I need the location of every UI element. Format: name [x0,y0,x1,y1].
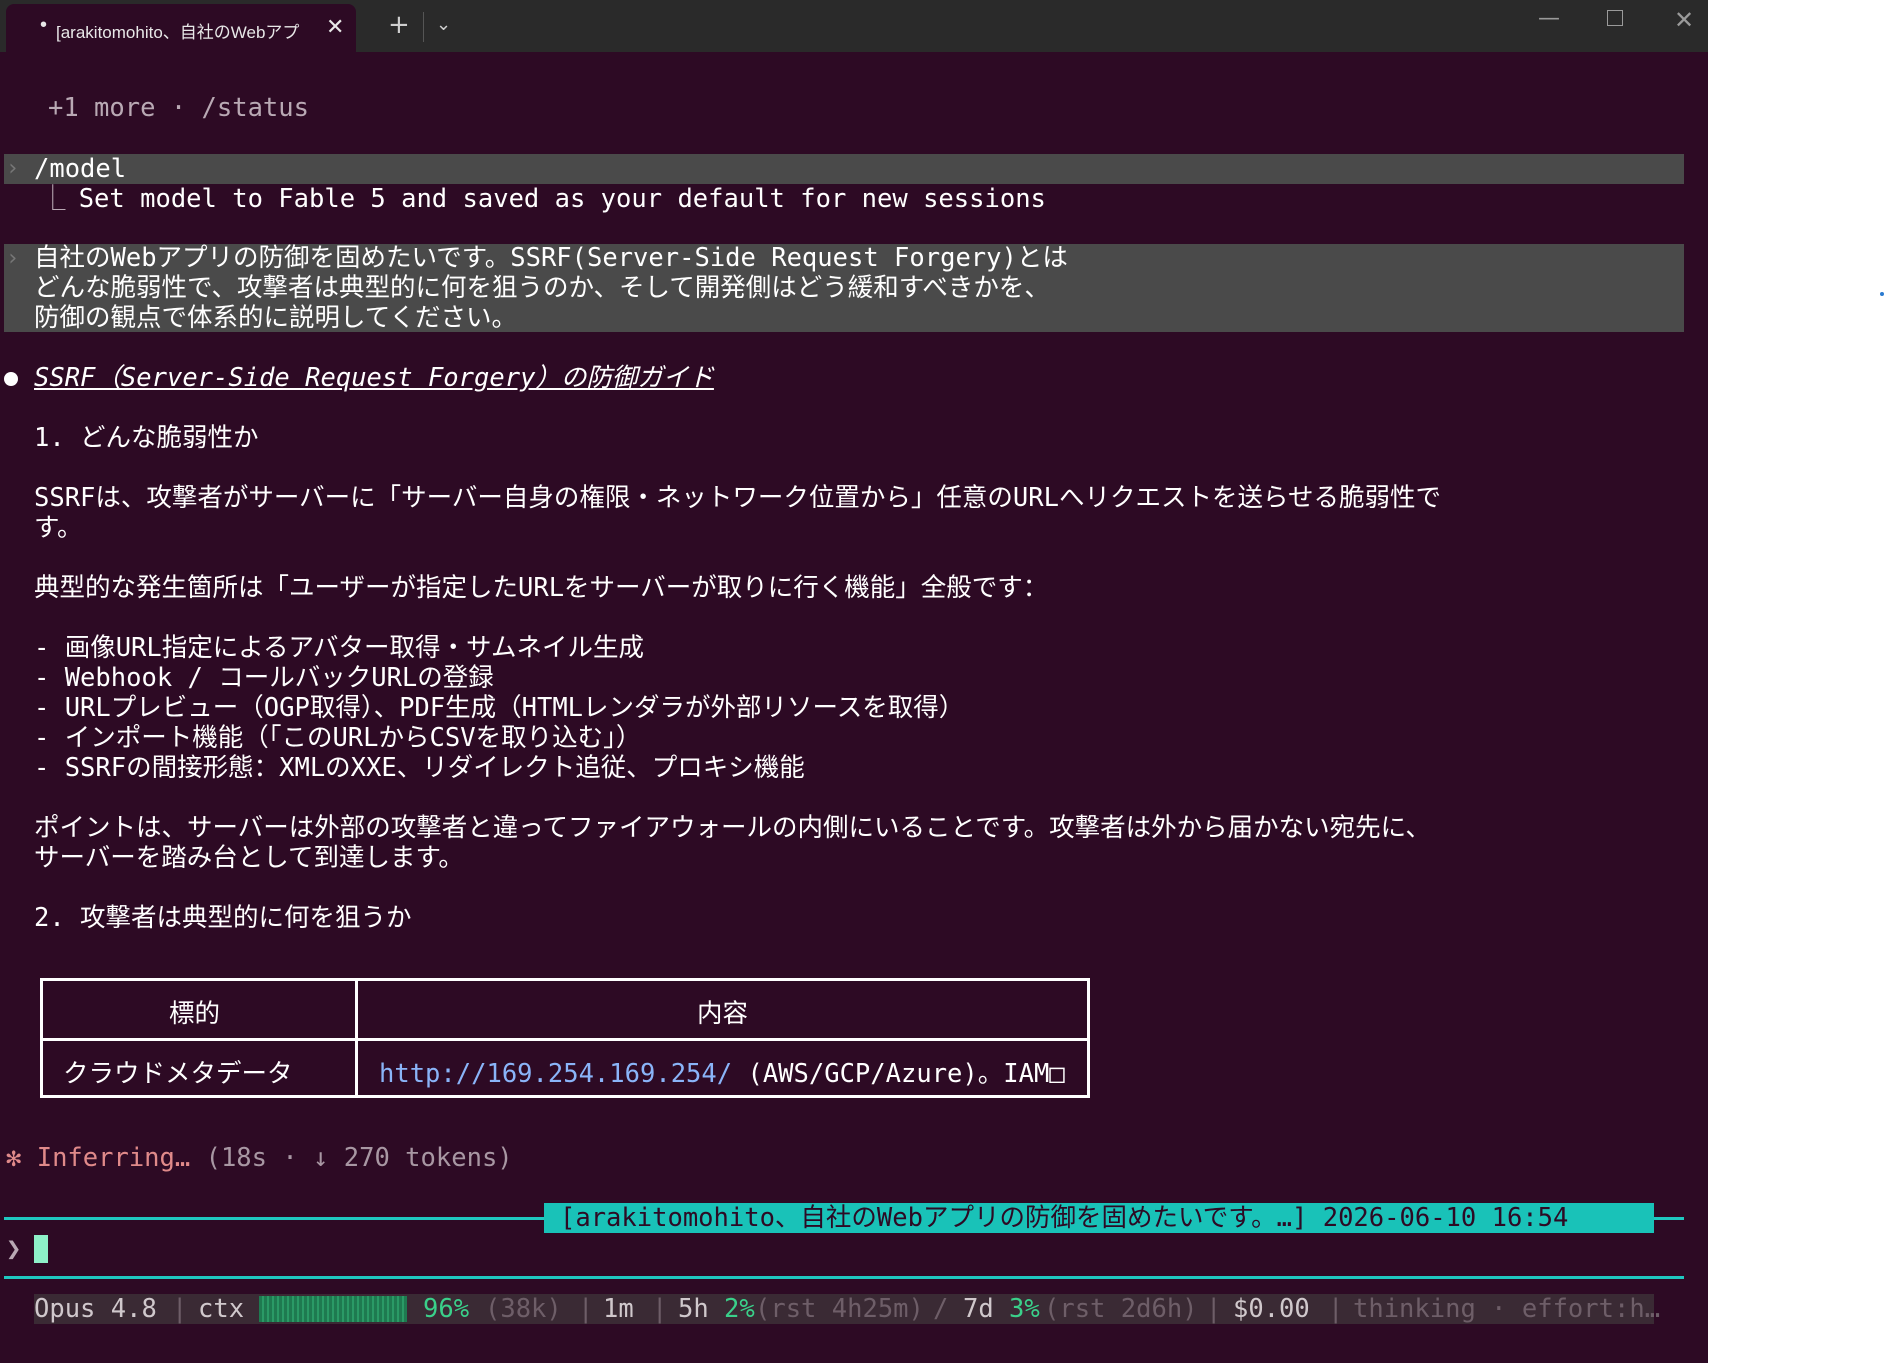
session-badge: [arakitomohito、自社のWebアプリの防御を固めたいです。…] 20… [544,1203,1654,1233]
table-divider [43,1038,1087,1041]
targets-table: 標的 内容 クラウドメタデータ http://169.254.169.254/ … [40,978,1090,1098]
status-separator: | [1206,1294,1222,1324]
inferring-label: Inferring… [36,1143,191,1173]
status-ctx-percent: 96% [423,1294,470,1324]
list-item: - SSRFの間接形態：XMLのXXE、リダイレクト追従、プロキシ機能 [34,753,805,783]
status-cost: $0.00 [1233,1294,1310,1324]
table-cell: http://169.254.169.254/ (AWS/GCP/Azure)。… [379,1053,1065,1090]
status-time: 1m [603,1294,634,1324]
new-tab-button[interactable]: + [388,10,410,40]
minimize-button[interactable]: — [1538,6,1560,31]
list-item: - URLプレビュー（OGP取得）、PDF生成（HTMLレンダラが外部リソースを… [34,693,965,723]
table-header: 標的 [169,999,221,1029]
terminal-window: • [arakitomohito、自社のWebアプ ✕ + ⌄ — ✕ +1 m… [0,0,1708,1363]
chevron-down-icon[interactable]: ⌄ [436,14,451,35]
table-cell: クラウドメタデータ [63,1059,293,1089]
more-status-line: +1 more · /status [48,93,309,123]
status-5h-reset: (rst 4h25m) [755,1294,924,1324]
spinner-icon: ✻ [6,1143,22,1173]
status-separator: | [1328,1294,1344,1324]
close-window-button[interactable]: ✕ [1674,6,1694,34]
context-usage-bar [259,1296,407,1322]
user-prompt-line: 防御の観点で体系的に説明してください。 [34,303,517,333]
input-cursor[interactable] [34,1235,48,1263]
status-ctx-label: ctx [198,1294,245,1324]
status-ctx-tokens: (38k) [485,1294,562,1324]
user-prompt-line: どんな脆弱性で、攻撃者は典型的に何を狙うのか、そして開発側はどう緩和すべきかを、 [34,273,1050,303]
model-command: /model [34,154,127,184]
status-7d-reset: (rst 2d6h) [1044,1294,1198,1324]
response-heading: SSRF（Server-Side Request Forgery）の防御ガイド [34,363,714,393]
status-separator: | [578,1294,594,1324]
section-title: 2. 攻撃者は典型的に何を狙うか [34,903,412,933]
status-7d-percent: 3% [1009,1294,1040,1324]
user-prompt-line: 自社のWebアプリの防御を固めたいです。SSRF(Server-Side Req… [34,243,1068,273]
prompt-chevron-icon: › [6,156,20,181]
bullet-icon [4,372,18,386]
paragraph-line: SSRFは、攻撃者がサーバーに「サーバー自身の権限・ネットワーク位置から」任意の… [34,483,1441,513]
status-slash: / [933,1294,949,1324]
status-5h-label: 5h [678,1294,709,1324]
command-highlight [4,154,1684,184]
model-result: Set model to Fable 5 and saved as your d… [48,184,1046,214]
tab-modified-dot: • [40,14,48,36]
input-rule-bottom [4,1276,1684,1279]
titlebar-divider [423,12,424,42]
title-bar: • [arakitomohito、自社のWebアプ ✕ + ⌄ — ✕ [0,0,1708,52]
status-model: Opus 4.8 [34,1294,157,1324]
paragraph-line: ポイントは、サーバーは外部の攻撃者と違ってファイアウォールの内側にいることです。… [34,813,1431,843]
paragraph-line: サーバーを踏み台として到達します。 [34,843,464,873]
tab-active[interactable]: • [arakitomohito、自社のWebアプ ✕ [6,4,356,52]
status-5h-percent: 2% [724,1294,755,1324]
status-thinking: thinking · effort:h… [1353,1294,1661,1324]
paragraph-line: す。 [34,513,83,543]
status-separator: | [172,1294,188,1324]
status-separator: | [652,1294,668,1324]
paragraph-line: 典型的な発生箇所は「ユーザーが指定したURLをサーバーが取りに行く機能」全般です… [34,573,1049,603]
section-title: 1. どんな脆弱性か [34,423,259,453]
list-item: - インポート機能（「このURLからCSVを取り込む」） [34,723,642,753]
list-item: - 画像URL指定によるアバター取得・サムネイル生成 [34,633,644,663]
inferring-status: ✻ Inferring… (18s · ↓ 270 tokens) [6,1143,513,1173]
inferring-meta: (18s · ↓ 270 tokens) [190,1143,513,1173]
table-header: 内容 [697,999,749,1029]
status-7d-label: 7d [963,1294,994,1324]
tab-close-icon[interactable]: ✕ [326,14,344,40]
edge-dot [1880,292,1884,296]
prompt-chevron-icon: › [6,246,20,271]
maximize-button[interactable] [1607,10,1623,26]
metadata-link[interactable]: http://169.254.169.254/ [379,1059,732,1089]
tab-title: [arakitomohito、自社のWebアプ [56,23,300,42]
input-prompt-icon: ❯ [6,1234,22,1264]
table-cell-text: (AWS/GCP/Azure)。IAM□ [732,1059,1065,1089]
list-item: - Webhook / コールバックURLの登録 [34,663,494,693]
